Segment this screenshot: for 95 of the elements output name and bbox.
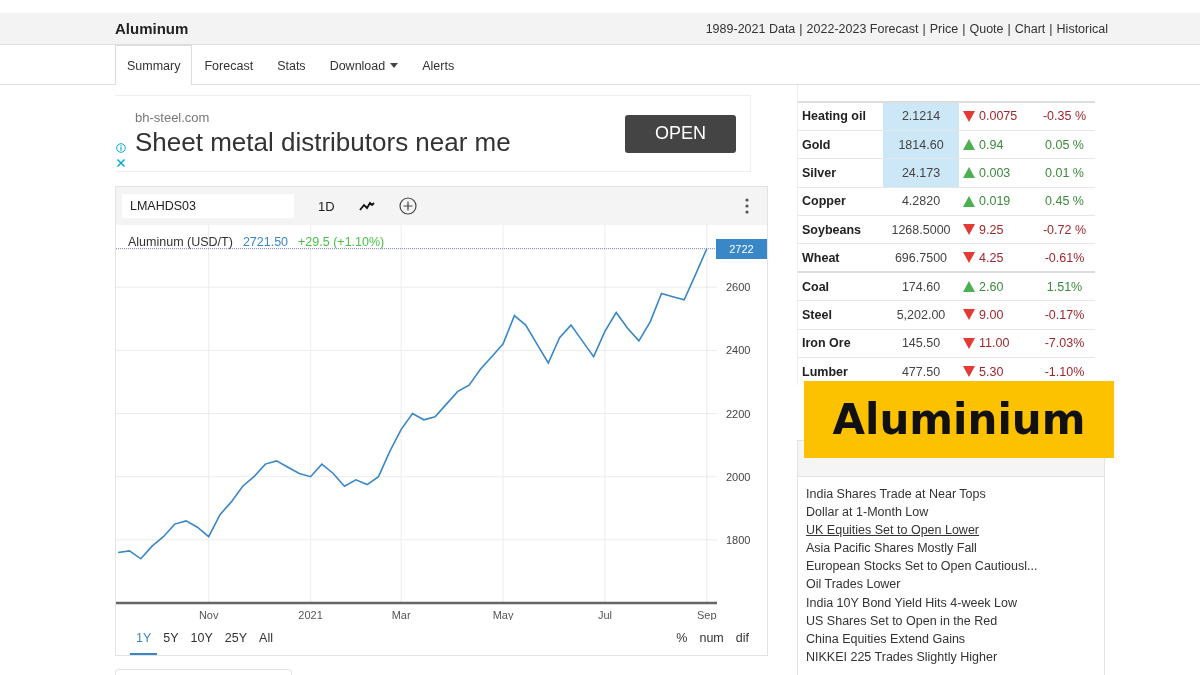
- x-axis-label: Jul: [597, 609, 612, 620]
- header-link[interactable]: 2022-2023 Forecast: [806, 21, 919, 36]
- y-axis-label: 2600: [726, 281, 751, 294]
- title-banner: Aluminium: [804, 381, 1114, 458]
- commodity-name[interactable]: Steel: [798, 300, 883, 330]
- price-tag: 2722: [716, 238, 767, 259]
- commodity-name[interactable]: Wheat: [798, 243, 883, 273]
- header-link[interactable]: Chart: [1014, 21, 1046, 36]
- line-chart-icon[interactable]: [358, 201, 375, 211]
- nav-tab[interactable]: Stats: [265, 45, 318, 85]
- header-link[interactable]: Historical: [1056, 21, 1108, 36]
- news-link[interactable]: Asia Pacific Shares Mostly Fall: [806, 539, 1096, 558]
- news-link[interactable]: China Equities Extend Gains: [806, 629, 1096, 648]
- commodity-name[interactable]: Iron Ore: [798, 329, 883, 358]
- change-value: 11.00: [979, 336, 1010, 351]
- change-value: 4.25: [979, 250, 1004, 265]
- link-separator: |: [799, 21, 803, 36]
- header-link[interactable]: Quote: [969, 21, 1004, 36]
- link-separator: |: [922, 21, 926, 36]
- price-cell: 24.173: [883, 158, 959, 188]
- change-value: 2.60: [979, 279, 1004, 294]
- close-icon[interactable]: [116, 158, 126, 168]
- price-cell: 145.50: [883, 329, 959, 358]
- nav-tab[interactable]: Download: [317, 45, 411, 85]
- change-value: 9.25: [979, 222, 1004, 237]
- link-separator: |: [1049, 21, 1053, 36]
- percent-change: 0.45 %: [1034, 187, 1095, 216]
- change-value: 0.94: [979, 137, 1004, 152]
- nav-tab[interactable]: Alerts: [410, 45, 467, 85]
- news-link[interactable]: European Stocks Set to Open Cautiousl...: [806, 557, 1096, 576]
- news-link[interactable]: NIKKEI 225 Trades Slightly Higher: [806, 647, 1096, 666]
- commodity-name[interactable]: Copper: [798, 187, 883, 216]
- commodity-name[interactable]: Gold: [798, 130, 883, 159]
- price-cell: 174.60: [883, 272, 959, 301]
- range-tab[interactable]: 25Y: [218, 620, 254, 655]
- ad-headline[interactable]: Sheet metal distributors near me: [135, 126, 511, 158]
- percent-change: -0.35 %: [1034, 102, 1095, 131]
- range-tab[interactable]: All: [253, 620, 279, 655]
- change-value: 0.003: [979, 165, 1011, 180]
- link-separator: |: [962, 21, 966, 36]
- nav-tab[interactable]: Summary: [115, 45, 193, 85]
- news-link[interactable]: Dollar at 1-Month Low: [806, 503, 1096, 522]
- change-value: 5.30: [979, 364, 1004, 379]
- news-link[interactable]: India Shares Trade at Near Tops: [806, 485, 1096, 504]
- percent-change: 0.05 %: [1034, 130, 1095, 159]
- percent-change: -0.17%: [1034, 300, 1095, 330]
- commodity-name[interactable]: Heating oil: [798, 102, 883, 131]
- change-value: 9.00: [979, 307, 1004, 322]
- price-cell: 1268.5000: [883, 215, 959, 244]
- y-axis-label: 1800: [726, 533, 751, 546]
- news-link[interactable]: US Shares Set to Open in the Red: [806, 611, 1096, 630]
- percent-change: -0.72 %: [1034, 215, 1095, 244]
- price-cell: 1814.60: [883, 130, 959, 159]
- commodity-name[interactable]: Silver: [798, 158, 883, 188]
- series-name: Aluminum (USD/T): [128, 235, 233, 249]
- percent-change: -0.61%: [1034, 243, 1095, 273]
- price-cell: 2.1214: [883, 102, 959, 131]
- interval-button[interactable]: 1D: [314, 198, 339, 214]
- percent-change: -7.03%: [1034, 329, 1095, 358]
- series-change: +29.5 (+1.10%): [298, 235, 385, 249]
- ad-domain: bh-steel.com: [135, 109, 211, 125]
- x-axis-label: 2021: [298, 609, 323, 620]
- open-button[interactable]: OPEN: [625, 114, 736, 153]
- y-axis-label: 2000: [726, 470, 751, 483]
- percent-change: 1.51%: [1034, 272, 1095, 301]
- nav-tab[interactable]: Forecast: [192, 45, 266, 85]
- news-link[interactable]: India 10Y Bond Yield Hits 4-week Low: [806, 593, 1096, 612]
- change-value: 0.019: [979, 194, 1011, 209]
- range-tab[interactable]: 10Y: [184, 620, 219, 655]
- price-cell: 696.7500: [883, 243, 959, 273]
- x-axis-label: Mar: [391, 609, 411, 620]
- page-title: Aluminum: [115, 20, 189, 37]
- y-axis-label: 2400: [726, 344, 751, 357]
- change-value: 0.0075: [979, 109, 1018, 124]
- display-mode-button[interactable]: dif: [729, 620, 755, 655]
- commodity-name[interactable]: Soybeans: [798, 215, 883, 244]
- price-cell: 4.2820: [883, 187, 959, 216]
- more-options-icon[interactable]: [745, 198, 749, 214]
- price-cell: 5,202.00: [883, 300, 959, 330]
- link-separator: |: [1007, 21, 1011, 36]
- news-link[interactable]: UK Equities Set to Open Lower: [806, 521, 1096, 540]
- y-axis-label: 2200: [726, 407, 751, 420]
- display-mode-button[interactable]: %: [670, 620, 694, 655]
- commodity-name[interactable]: Coal: [798, 272, 883, 301]
- news-link[interactable]: Oil Trades Lower: [806, 575, 1096, 594]
- header-link[interactable]: Price: [929, 21, 959, 36]
- range-tab[interactable]: 1Y: [130, 620, 158, 655]
- x-axis-label: Nov: [198, 609, 219, 620]
- range-tab[interactable]: 5Y: [157, 620, 185, 655]
- percent-change: 0.01 %: [1034, 158, 1095, 188]
- header-link[interactable]: 1989-2021 Data: [705, 21, 796, 36]
- series-price: 2721.50: [242, 235, 289, 249]
- add-circle-icon[interactable]: [398, 197, 417, 215]
- symbol-field[interactable]: LMAHDS03: [122, 194, 294, 218]
- display-mode-button[interactable]: num: [693, 620, 730, 655]
